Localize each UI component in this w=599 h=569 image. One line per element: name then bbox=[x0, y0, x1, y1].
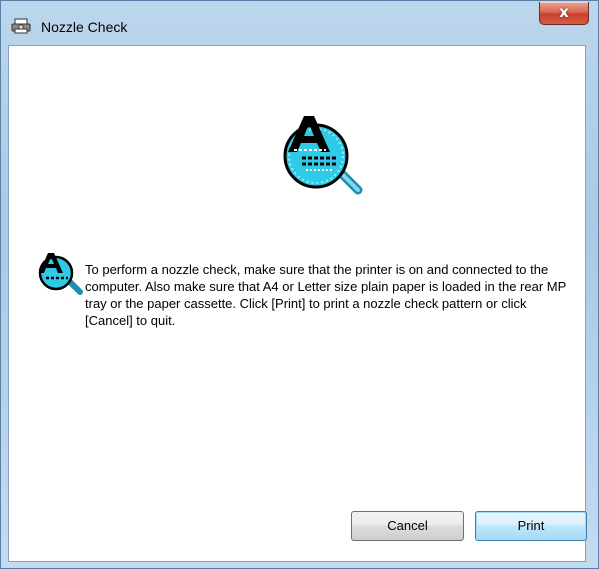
nozzle-check-small-icon bbox=[38, 253, 83, 295]
nozzle-check-window: Nozzle Check x To perform a nozzle check… bbox=[0, 0, 599, 569]
window-title: Nozzle Check bbox=[41, 19, 128, 35]
nozzle-check-magnifier-icon bbox=[283, 116, 363, 195]
close-icon: x bbox=[559, 3, 569, 21]
printer-icon bbox=[11, 18, 31, 34]
cancel-button[interactable]: Cancel bbox=[351, 511, 464, 541]
instruction-text: To perform a nozzle check, make sure tha… bbox=[85, 262, 567, 328]
print-button[interactable]: Print bbox=[475, 511, 587, 541]
dialog-body: To perform a nozzle check, make sure tha… bbox=[8, 45, 587, 562]
close-button[interactable]: x bbox=[539, 2, 589, 25]
title-bar[interactable]: Nozzle Check x bbox=[1, 1, 598, 45]
